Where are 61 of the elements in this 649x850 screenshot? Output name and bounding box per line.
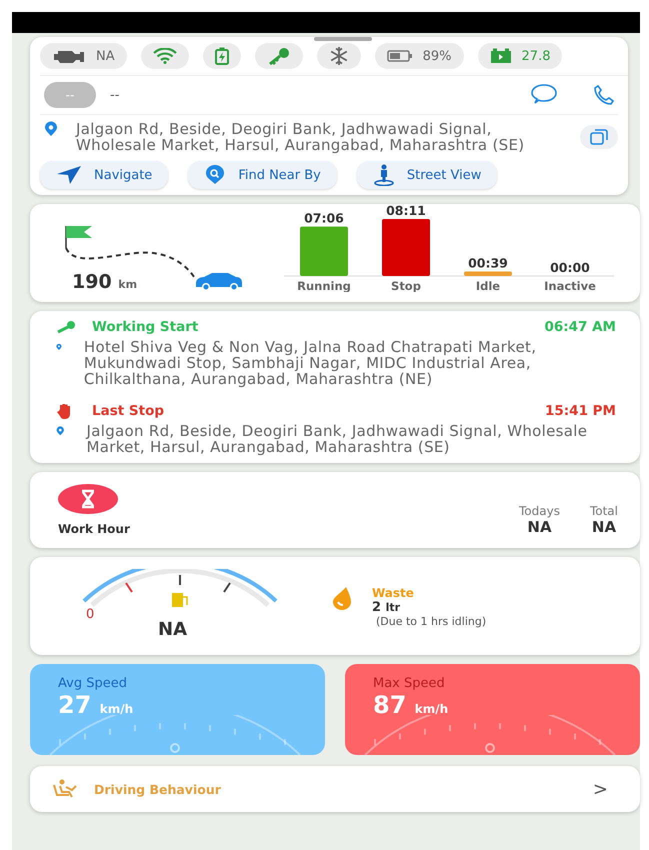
search-pin-icon <box>204 165 226 185</box>
street-button[interactable]: Street View <box>356 161 498 189</box>
event-title: Working Start <box>92 319 200 335</box>
key-icon <box>56 320 76 334</box>
event-time: 15:41 PM <box>544 403 616 419</box>
bar-value-label: 07:06 <box>304 210 344 226</box>
drag-handle[interactable] <box>314 37 372 41</box>
chat-icon[interactable] <box>530 84 558 106</box>
event-time: 06:47 AM <box>544 319 616 335</box>
work-hour-value: NA <box>592 518 616 536</box>
battery-charging-icon <box>214 47 229 65</box>
waste-value: 2 ltr <box>372 600 402 615</box>
chevron-button[interactable]: > <box>586 778 614 800</box>
key-icon <box>266 47 291 65</box>
work-hour-period: Total <box>590 504 618 518</box>
driving-behaviour-label: Driving Behaviour <box>94 782 222 796</box>
bar-value-label: 00:39 <box>468 255 508 270</box>
location-pin-icon <box>44 121 58 137</box>
bar-value-label: 00:00 <box>550 260 590 275</box>
copy-icon <box>590 129 608 145</box>
driver-name: -- <box>110 88 120 102</box>
work-hour-value: NA <box>527 518 552 536</box>
battery-icon <box>386 50 413 62</box>
status-value: 89% <box>422 48 452 64</box>
fuel-value: NA <box>158 619 187 640</box>
activity-bar <box>382 219 430 276</box>
person-on-map-icon <box>372 164 395 186</box>
wifi-icon <box>152 48 177 64</box>
speed-value: 87 km/h <box>373 691 450 719</box>
driving-behaviour-row[interactable]: Driving Behaviour > <box>30 766 640 812</box>
navigation-arrow-icon <box>56 165 82 185</box>
status-value: 27.8 <box>522 48 550 64</box>
speed-label: Avg Speed <box>58 676 128 691</box>
driver-seat-icon <box>52 779 78 799</box>
event-title: Last Stop <box>92 403 166 419</box>
gauge-min-label: 0 <box>86 607 94 622</box>
event-address: Jalgaon Rd, Beside, Deogiri Bank, Jadhwawadi Signal, Wholesale Market, Harsul, Aurangabad, Maharashtra (SE) <box>86 423 588 455</box>
event-address: Hotel Shiva Veg & Non Vag, Jalna Road Chatrapati Market, Mukundwadi Stop, Sambhaji Nagar, MIDC Industrial Area, Chilkalthana, Aurangabad, Maharashtra (NE) <box>84 339 538 387</box>
waste-note: (Due to 1 hrs idling) <box>376 615 486 628</box>
activity-bar <box>300 226 348 276</box>
hourglass-icon <box>58 484 118 514</box>
driver-avatar: -- <box>44 82 96 108</box>
copy-button[interactable] <box>580 125 618 149</box>
car-battery-icon <box>490 48 512 64</box>
bar-category-label: Inactive <box>544 279 596 292</box>
waste-label: Waste <box>372 586 415 600</box>
find-button[interactable]: Find Near By <box>188 161 337 189</box>
vehicle-address: Jalgaon Rd, Beside, Deogiri Bank, Jadhwawadi Signal, Wholesale Market, Harsul, Aurangabad, Maharashtra (SE) <box>76 121 526 153</box>
activity-bar <box>464 271 512 276</box>
bar-category-label: Idle <box>476 279 500 292</box>
work-hour-label: Work Hour <box>58 522 131 536</box>
speed-value: 27 km/h <box>58 691 134 719</box>
work-hour-period: Todays <box>519 504 560 518</box>
snowflake-icon <box>328 46 349 66</box>
phone-icon[interactable] <box>594 85 614 105</box>
bar-value-label: 08:11 <box>386 203 426 218</box>
navigate-button[interactable]: Navigate <box>40 161 168 189</box>
speed-label: Max Speed <box>373 676 446 691</box>
engine-icon <box>52 48 86 64</box>
status-value: NA <box>96 48 115 64</box>
distance-value: 190 km <box>72 271 138 293</box>
